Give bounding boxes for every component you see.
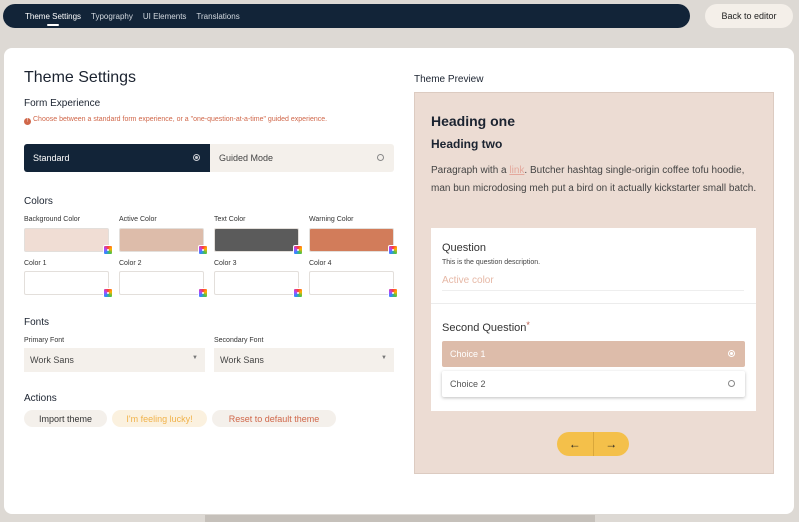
radio-empty-icon xyxy=(728,380,735,387)
color-label: Color 2 xyxy=(119,260,142,267)
tab-translations[interactable]: Translations xyxy=(196,12,239,21)
background-color-swatch[interactable] xyxy=(24,228,113,255)
preview-heading-one: Heading one xyxy=(431,113,516,129)
tab-typography[interactable]: Typography xyxy=(91,12,133,21)
active-color-swatch[interactable] xyxy=(119,228,208,255)
primary-font-select[interactable]: Work Sans ▼ xyxy=(24,348,205,372)
color-label: Color 4 xyxy=(309,260,332,267)
standard-mode-option[interactable]: Standard xyxy=(24,144,210,172)
hint-text: Choose between a standard form experienc… xyxy=(33,116,328,123)
form-experience-hint: ! Choose between a standard form experien… xyxy=(24,115,369,125)
color-3-swatch[interactable] xyxy=(214,271,303,298)
color-picker-icon[interactable] xyxy=(103,245,113,255)
arrow-right-icon[interactable]: → xyxy=(592,432,630,456)
import-theme-button[interactable]: Import theme xyxy=(24,410,107,427)
feeling-lucky-button[interactable]: I'm feeling lucky! xyxy=(112,410,207,427)
choice-label: Choice 1 xyxy=(450,349,486,359)
theme-preview-title: Theme Preview xyxy=(414,74,484,85)
chevron-down-icon: ▼ xyxy=(381,355,387,361)
guided-mode-option[interactable]: Guided Mode xyxy=(210,144,394,172)
fonts-heading: Fonts xyxy=(24,317,50,328)
actions-heading: Actions xyxy=(24,393,57,404)
color-label: Active Color xyxy=(119,216,157,223)
top-nav: Theme Settings Typography UI Elements Tr… xyxy=(3,4,690,28)
second-question-text: Second Question xyxy=(442,322,527,334)
chevron-down-icon: ▼ xyxy=(192,355,198,361)
primary-font-value: Work Sans xyxy=(30,355,74,365)
required-mark: * xyxy=(526,320,530,330)
form-experience-heading: Form Experience xyxy=(24,98,101,109)
divider xyxy=(431,303,756,304)
reset-theme-button[interactable]: Reset to default theme xyxy=(212,410,336,427)
primary-font-label: Primary Font xyxy=(24,337,65,344)
question-answer-input[interactable]: Active color xyxy=(442,275,744,291)
radio-empty-icon xyxy=(377,154,384,161)
color-picker-icon[interactable] xyxy=(293,245,303,255)
color-label: Background Color xyxy=(24,216,81,223)
text-color-swatch[interactable] xyxy=(214,228,303,255)
secondary-font-select[interactable]: Work Sans ▼ xyxy=(214,348,394,372)
preview-paragraph: Paragraph with a link. Butcher hashtag s… xyxy=(431,162,761,198)
colors-heading: Colors xyxy=(24,196,53,207)
secondary-font-value: Work Sans xyxy=(220,355,264,365)
color-picker-icon[interactable] xyxy=(293,288,303,298)
second-question-title: Second Question* xyxy=(442,320,530,334)
paragraph-text: Paragraph with a xyxy=(431,165,510,176)
choice-label: Choice 2 xyxy=(450,379,486,389)
back-to-editor-button[interactable]: Back to editor xyxy=(705,4,793,28)
arrow-left-icon[interactable]: ← xyxy=(557,432,593,456)
color-4-swatch[interactable] xyxy=(309,271,398,298)
color-picker-icon[interactable] xyxy=(198,288,208,298)
tab-theme-settings[interactable]: Theme Settings xyxy=(25,12,81,26)
color-label: Color 1 xyxy=(24,260,47,267)
secondary-font-label: Secondary Font xyxy=(214,337,264,344)
color-picker-icon[interactable] xyxy=(103,288,113,298)
color-1-swatch[interactable] xyxy=(24,271,113,298)
color-label: Text Color xyxy=(214,216,246,223)
preview-heading-two: Heading two xyxy=(431,137,503,151)
choice-2-option[interactable]: Choice 2 xyxy=(442,371,745,397)
color-picker-icon[interactable] xyxy=(388,245,398,255)
color-picker-icon[interactable] xyxy=(198,245,208,255)
bottom-strip xyxy=(205,515,595,522)
color-label: Warning Color xyxy=(309,216,354,223)
nav-arrows: ← → xyxy=(557,432,629,456)
page-title: Theme Settings xyxy=(24,69,137,86)
warning-color-swatch[interactable] xyxy=(309,228,398,255)
info-icon: ! xyxy=(24,118,31,125)
question-description: This is the question description. xyxy=(442,259,541,266)
color-2-swatch[interactable] xyxy=(119,271,208,298)
guided-mode-label: Guided Mode xyxy=(219,153,274,163)
standard-mode-label: Standard xyxy=(33,153,70,163)
question-title: Question xyxy=(442,242,487,254)
tab-ui-elements[interactable]: UI Elements xyxy=(143,12,187,21)
preview-link[interactable]: link xyxy=(509,165,524,176)
radio-selected-icon xyxy=(728,350,735,357)
radio-selected-icon xyxy=(193,154,200,161)
choice-1-option[interactable]: Choice 1 xyxy=(442,341,745,367)
color-picker-icon[interactable] xyxy=(388,288,398,298)
color-label: Color 3 xyxy=(214,260,237,267)
